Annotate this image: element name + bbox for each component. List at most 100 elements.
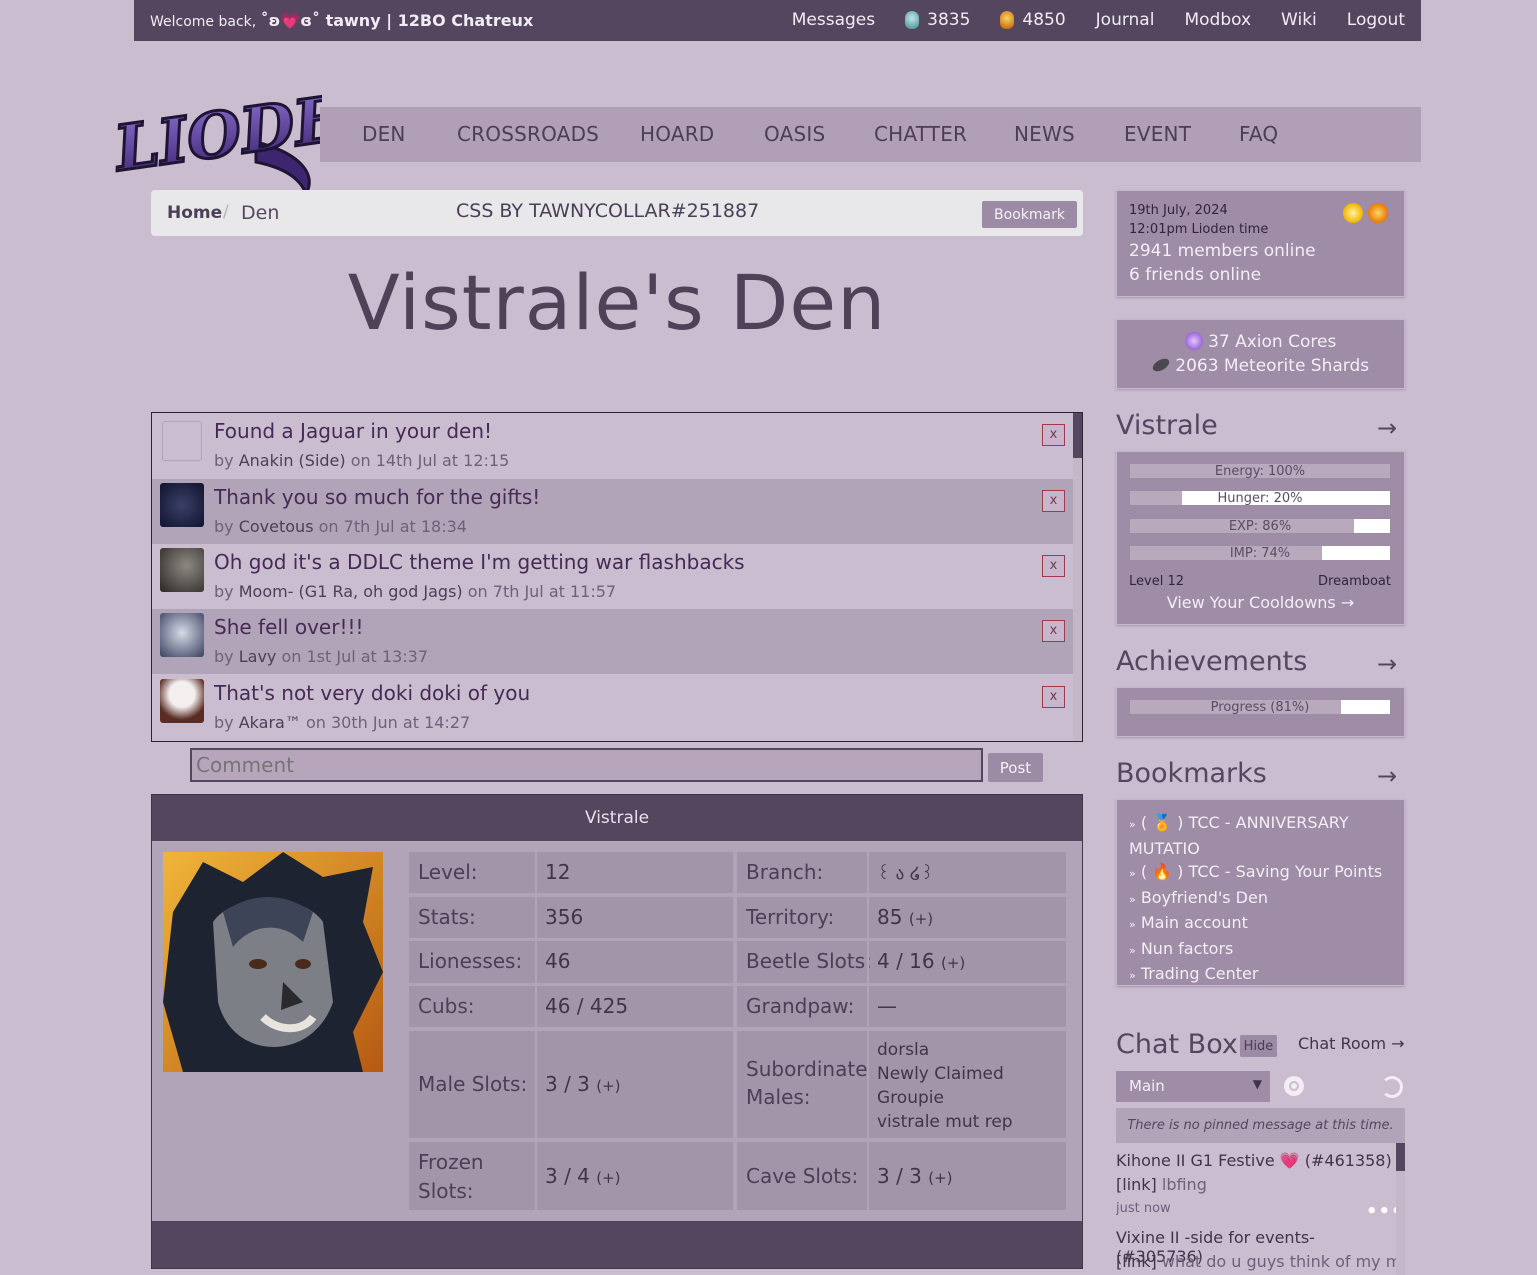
modbox-link[interactable]: Modbox [1184, 10, 1251, 30]
view-cooldowns-link[interactable]: View Your Cooldowns → [1117, 593, 1404, 612]
delete-comment-button[interactable]: x [1042, 555, 1065, 577]
achievements-heading[interactable]: Achievements [1116, 646, 1307, 677]
delete-comment-button[interactable]: x [1042, 620, 1065, 642]
avatar[interactable] [160, 613, 204, 657]
level-row: Level: 12 [409, 852, 733, 893]
comment-title: That's not very doki doki of you [214, 681, 531, 705]
post-button[interactable]: Post [988, 753, 1043, 782]
hunger-bar: Hunger: 20% [1129, 490, 1391, 506]
bookmarks-arrow-icon[interactable]: → [1377, 762, 1397, 790]
comment-item: Oh god it's a DDLC theme I'm getting war… [152, 544, 1073, 609]
meteorite-shards: 2063 Meteorite Shards [1175, 356, 1370, 376]
bookmark-item[interactable]: » Trading Center [1129, 962, 1399, 988]
lion-status-box: Energy: 100% Hunger: 20% EXP: 86% IMP: 7… [1116, 451, 1405, 625]
chat-author[interactable]: Kihone II G1 Festive 💗 (#461358) [1116, 1151, 1392, 1170]
comment-meta: by Lavy on 1st Jul at 13:37 [214, 647, 429, 666]
comment-item: She fell over!!! by Lavy on 1st Jul at 1… [152, 609, 1073, 674]
pinned-message: There is no pinned message at this time. [1116, 1108, 1405, 1143]
subordinate-link[interactable]: dorsla [877, 1038, 1013, 1062]
friends-online[interactable]: 6 friends online [1129, 265, 1261, 285]
nav-chatter[interactable]: CHATTER [874, 122, 967, 146]
subordinate-link[interactable]: Groupie [877, 1086, 1013, 1110]
energy-bar: Energy: 100% [1129, 463, 1391, 479]
breadcrumb-home[interactable]: Home [167, 203, 222, 223]
broken-image-icon[interactable] [162, 421, 202, 461]
bookmarks-heading[interactable]: Bookmarks [1116, 758, 1267, 789]
nav-crossroads[interactable]: CROSSROADS [457, 122, 599, 146]
stats-row: Stats: 356 [409, 897, 733, 938]
delete-comment-button[interactable]: x [1042, 490, 1065, 512]
bookmark-item[interactable]: » Main account [1129, 911, 1399, 937]
beetle-plus-link[interactable]: (+) [941, 954, 965, 972]
gear-icon[interactable] [1284, 1076, 1304, 1096]
main-nav: DEN CROSSROADS HOARD OASIS CHATTER NEWS … [320, 107, 1421, 162]
meteorite-shard-icon [1150, 356, 1172, 374]
achievements-arrow-icon[interactable]: → [1377, 650, 1397, 678]
chat-room-link[interactable]: Chat Room → [1298, 1034, 1405, 1053]
refresh-icon[interactable] [1381, 1076, 1403, 1098]
bookmark-item[interactable]: » ( 🔥 ) TCC - Saving Your Points [1129, 860, 1399, 886]
bookmark-button[interactable]: Bookmark [982, 201, 1077, 228]
wiki-link[interactable]: Wiki [1281, 10, 1317, 30]
comment-author[interactable]: Covetous [239, 517, 314, 536]
scrollbar-thumb[interactable] [1396, 1143, 1405, 1171]
members-online[interactable]: 2941 members online [1129, 241, 1316, 261]
axion-cores: 37 Axion Cores [1208, 332, 1337, 352]
comment-title: She fell over!!! [214, 615, 364, 639]
breadcrumb-separator: / [223, 202, 229, 222]
comment-input[interactable] [190, 748, 983, 782]
lion-arrow-icon[interactable]: → [1377, 414, 1397, 442]
breadcrumb: Home / Den CSS BY TAWNYCOLLAR#251887 Boo… [151, 190, 1083, 236]
bookmark-item[interactable]: » ( 🏅 ) TCC - ANNIVERSARY MUTATIO [1129, 811, 1399, 860]
comment-author[interactable]: Akara™ [239, 713, 301, 732]
lioden-logo[interactable]: LIODEN [106, 62, 322, 196]
cave-plus-link[interactable]: (+) [928, 1169, 952, 1187]
hide-chat-button[interactable]: Hide [1240, 1035, 1277, 1057]
subordinate-link[interactable]: Newly Claimed [877, 1062, 1013, 1086]
lion-portrait[interactable] [163, 852, 383, 1072]
logout-link[interactable]: Logout [1347, 10, 1405, 30]
bookmark-item[interactable]: » Nun factors [1129, 937, 1399, 963]
comment-list: Found a Jaguar in your den! by Anakin (S… [151, 412, 1083, 742]
branch-value[interactable]: ꒰ ა ໒꒱ [877, 862, 934, 884]
username-link[interactable]: ˚ʚ💗ɞ˚ tawny | 12BO Chatreux [261, 11, 534, 30]
teal-beetle-currency[interactable]: 3835 [905, 10, 970, 30]
nav-den[interactable]: DEN [362, 122, 406, 146]
comment-meta: by Akara™ on 30th Jun at 14:27 [214, 713, 471, 732]
subordinate-link[interactable]: vistrale mut rep [877, 1110, 1013, 1134]
delete-comment-button[interactable]: x [1042, 686, 1065, 708]
avatar[interactable] [160, 548, 204, 592]
comment-scrollbar[interactable] [1073, 413, 1082, 741]
comment-author[interactable]: Moom- (G1 Ra, oh god Jags) [239, 582, 463, 601]
lion-panel-footer [152, 1221, 1082, 1268]
beetle-slots-row: Beetle Slots: 4 / 16 (+) [737, 941, 1066, 983]
nav-hoard[interactable]: HOARD [640, 122, 714, 146]
teal-beetle-icon [905, 11, 920, 29]
scrollbar-thumb[interactable] [1073, 413, 1082, 458]
lion-name-heading[interactable]: Vistrale [1116, 410, 1218, 441]
nav-oasis[interactable]: OASIS [764, 122, 825, 146]
premium-currency-box: 37 Axion Cores 2063 Meteorite Shards [1116, 319, 1405, 389]
male-plus-link[interactable]: (+) [596, 1077, 620, 1095]
territory-plus-link[interactable]: (+) [909, 910, 933, 928]
gold-beetle-currency[interactable]: 4850 [1000, 10, 1066, 30]
comment-author[interactable]: Lavy [239, 647, 277, 666]
journal-link[interactable]: Journal [1096, 10, 1155, 30]
messages-link[interactable]: Messages [792, 10, 875, 30]
chat-scrollbar[interactable] [1396, 1143, 1405, 1275]
nav-news[interactable]: NEWS [1014, 122, 1075, 146]
comment-author[interactable]: Anakin (Side) [239, 451, 346, 470]
chat-channel-select[interactable]: Main ▼ [1116, 1071, 1270, 1102]
achievements-box: Progress (81%) [1116, 687, 1405, 737]
sun-icon [1343, 203, 1363, 223]
avatar[interactable] [160, 483, 204, 527]
avatar[interactable] [160, 679, 204, 723]
bookmark-item[interactable]: » Boyfriend's Den [1129, 886, 1399, 912]
chat-link[interactable]: [link] [1116, 1175, 1157, 1194]
weather-icon [1368, 203, 1388, 223]
frozen-plus-link[interactable]: (+) [596, 1169, 620, 1187]
nav-faq[interactable]: FAQ [1239, 122, 1278, 146]
delete-comment-button[interactable]: x [1042, 424, 1065, 446]
chat-link[interactable]: [link] [1116, 1252, 1157, 1271]
nav-event[interactable]: EVENT [1124, 122, 1191, 146]
